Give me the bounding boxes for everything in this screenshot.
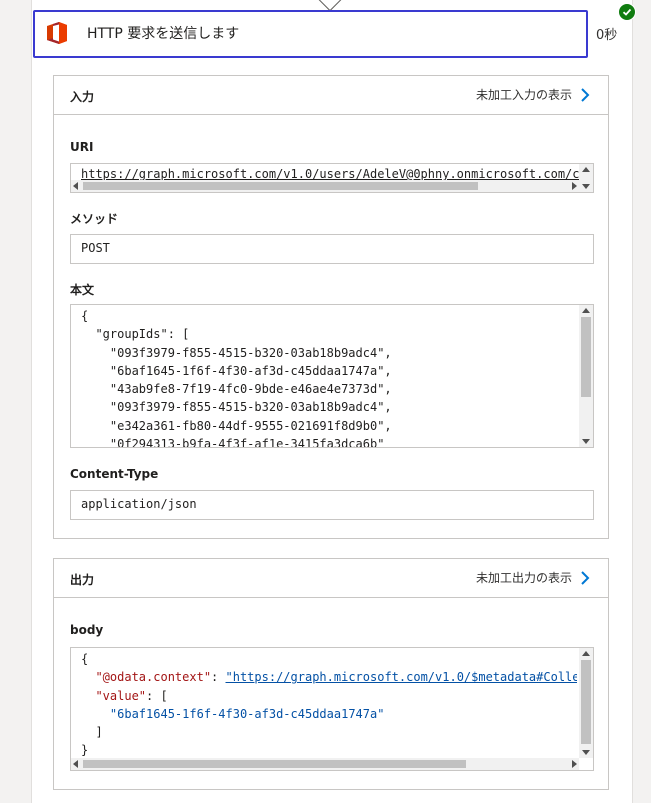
scroll-up-icon[interactable] bbox=[582, 308, 590, 313]
json-bracket: : [ bbox=[146, 688, 168, 703]
uri-horizontal-scrollbar[interactable] bbox=[71, 180, 579, 192]
body-line: "43ab9fe8-7f19-4fc0-9bde-e46ae4e7373d", bbox=[81, 382, 392, 397]
content-type-field: application/json bbox=[70, 490, 594, 520]
json-colon: : bbox=[211, 670, 226, 685]
method-label: メソッド bbox=[70, 212, 119, 226]
duration-label: 0秒 bbox=[596, 28, 618, 43]
json-close-brace: } bbox=[81, 743, 89, 756]
scroll-left-icon[interactable] bbox=[73, 760, 78, 768]
output-horizontal-scrollbar[interactable] bbox=[71, 758, 579, 770]
body-line: "0f294313-b9fa-4f3f-af1e-3415fa3dca6b" bbox=[81, 437, 385, 447]
json-line-item: "6baf1645-1f6f-4f30-af3d-c45ddaa1747a" bbox=[81, 705, 577, 723]
body-line: "6baf1645-1f6f-4f30-af3d-c45ddaa1747a", bbox=[81, 363, 392, 378]
body-line: { bbox=[81, 309, 89, 323]
body-label: 本文 bbox=[70, 283, 95, 297]
outputs-section: 出力 未加工出力の表示 body { "@odata.context": "ht… bbox=[53, 558, 609, 790]
show-raw-inputs-label: 未加工入力の表示 bbox=[475, 88, 572, 102]
show-raw-outputs-label: 未加工出力の表示 bbox=[475, 571, 572, 585]
body-line: "e342a361-fb80-44df-9555-021691f8d9b0", bbox=[81, 418, 392, 433]
json-line-odata: "@odata.context": "https://graph.microso… bbox=[81, 668, 577, 686]
scroll-right-icon[interactable] bbox=[572, 760, 577, 768]
scroll-down-icon[interactable] bbox=[582, 750, 590, 755]
office-icon bbox=[41, 17, 73, 49]
body-field[interactable]: { "groupIds": [ "093f3979-f855-4515-b320… bbox=[70, 304, 594, 448]
json-close-bracket: ] bbox=[81, 725, 103, 740]
inputs-title: 入力 bbox=[70, 90, 95, 104]
scroll-up-icon[interactable] bbox=[582, 651, 590, 656]
scroll-right-icon[interactable] bbox=[572, 182, 577, 190]
method-value: POST bbox=[81, 241, 110, 255]
uri-scroll-thumb[interactable] bbox=[83, 182, 478, 190]
outputs-header: 出力 未加工出力の表示 bbox=[54, 559, 608, 598]
json-key: "@odata.context" bbox=[95, 670, 212, 685]
json-string: "6baf1645-1f6f-4f30-af3d-c45ddaa1747a" bbox=[109, 706, 385, 721]
scroll-up-icon[interactable] bbox=[582, 167, 590, 172]
chevron-right-icon bbox=[581, 87, 590, 102]
show-raw-inputs-link[interactable]: 未加工入力の表示 bbox=[476, 86, 590, 103]
method-field: POST bbox=[70, 234, 594, 264]
inputs-header: 入力 未加工入力の表示 bbox=[54, 76, 608, 115]
json-key: "value" bbox=[95, 688, 147, 703]
inputs-section: 入力 未加工入力の表示 URI https://graph.microsoft.… bbox=[53, 75, 609, 539]
uri-value: https://graph.microsoft.com/v1.0/users/A… bbox=[81, 167, 593, 181]
json-line-value: "value": [ bbox=[81, 687, 577, 705]
output-body-json: { "@odata.context": "https://graph.micro… bbox=[81, 650, 577, 756]
scroll-left-icon[interactable] bbox=[73, 182, 78, 190]
uri-vertical-scrollbar[interactable] bbox=[579, 164, 593, 192]
body-line: "groupIds": [ bbox=[81, 327, 190, 342]
content-type-label: Content-Type bbox=[70, 467, 159, 481]
body-scroll-thumb[interactable] bbox=[581, 317, 591, 397]
body-line: "093f3979-f855-4515-b320-03ab18b9adc4", bbox=[81, 345, 392, 360]
uri-label: URI bbox=[70, 140, 94, 154]
action-title: HTTP 要求を送信します bbox=[87, 26, 240, 42]
uri-field[interactable]: https://graph.microsoft.com/v1.0/users/A… bbox=[70, 163, 594, 193]
output-vscroll-thumb[interactable] bbox=[581, 660, 591, 744]
chevron-right-icon bbox=[581, 570, 590, 585]
scroll-down-icon[interactable] bbox=[582, 184, 590, 189]
body-json: { "groupIds": [ "093f3979-f855-4515-b320… bbox=[81, 307, 577, 447]
outputs-title: 出力 bbox=[70, 573, 95, 587]
output-hscroll-thumb[interactable] bbox=[83, 760, 466, 768]
output-vertical-scrollbar[interactable] bbox=[579, 648, 593, 758]
action-header[interactable]: HTTP 要求を送信します bbox=[33, 10, 588, 58]
success-check-icon bbox=[618, 3, 636, 21]
output-body-field[interactable]: { "@odata.context": "https://graph.micro… bbox=[70, 647, 594, 771]
content-type-value: application/json bbox=[81, 497, 197, 511]
scroll-down-icon[interactable] bbox=[582, 439, 590, 444]
odata-context-link[interactable]: "https://graph.microsoft.com/v1.0/$metad… bbox=[226, 670, 578, 684]
body-vertical-scrollbar[interactable] bbox=[579, 305, 593, 447]
body-line: "093f3979-f855-4515-b320-03ab18b9adc4", bbox=[81, 400, 392, 415]
show-raw-outputs-link[interactable]: 未加工出力の表示 bbox=[476, 569, 590, 586]
output-body-label: body bbox=[70, 623, 104, 637]
json-open-brace: { bbox=[81, 652, 89, 666]
